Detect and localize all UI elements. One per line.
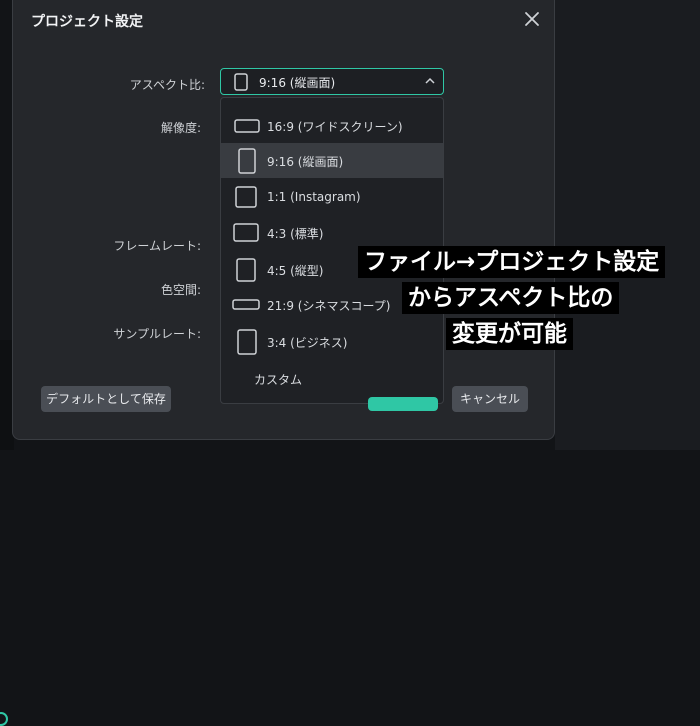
dialog-title: プロジェクト設定 bbox=[31, 14, 143, 30]
caption-line-1: ファイル→プロジェクト設定 bbox=[358, 246, 666, 278]
close-icon bbox=[525, 12, 539, 26]
square-frame-icon bbox=[235, 186, 257, 208]
project-settings-dialog: プロジェクト設定 アスペクト比: 解像度: フレームレート: 色空間: サンプル… bbox=[12, 0, 555, 440]
option-label: 4:3 (標準) bbox=[267, 227, 324, 241]
chevron-up-icon bbox=[425, 77, 435, 84]
ok-button[interactable] bbox=[368, 397, 438, 411]
vertical-frame-icon bbox=[236, 258, 256, 282]
aspect-option-9-16[interactable]: 9:16 (縦画面) bbox=[221, 143, 443, 178]
portrait-frame-icon bbox=[238, 148, 256, 174]
background-panel bbox=[555, 0, 700, 450]
color-space-label: 色空間: bbox=[160, 283, 201, 297]
aspect-option-16-9[interactable]: 16:9 (ワイドスクリーン) bbox=[221, 108, 443, 143]
cinemascope-frame-icon bbox=[232, 299, 260, 310]
landscape-frame-icon bbox=[234, 119, 260, 133]
portrait-frame-icon bbox=[234, 73, 248, 91]
caption-line-2: からアスペクト比の bbox=[402, 282, 620, 314]
sample-rate-label: サンプルレート: bbox=[113, 327, 201, 341]
option-label: 9:16 (縦画面) bbox=[267, 155, 344, 169]
aspect-option-custom[interactable]: カスタム bbox=[221, 361, 443, 396]
option-label: 16:9 (ワイドスクリーン) bbox=[267, 120, 403, 134]
save-as-default-button[interactable]: デフォルトとして保存 bbox=[41, 386, 171, 412]
aspect-ratio-label: アスペクト比: bbox=[129, 78, 205, 92]
option-label: 3:4 (ビジネス) bbox=[267, 336, 348, 350]
frame-rate-label: フレームレート: bbox=[113, 239, 201, 253]
timeline-marker-icon bbox=[0, 712, 8, 726]
option-label: 1:1 (Instagram) bbox=[267, 190, 361, 204]
standard-frame-icon bbox=[233, 223, 259, 242]
option-label: カスタム bbox=[254, 373, 303, 387]
resolution-label: 解像度: bbox=[160, 121, 201, 135]
option-label: 4:5 (縦型) bbox=[267, 264, 324, 278]
aspect-option-4-3[interactable]: 4:3 (標準) bbox=[221, 215, 443, 250]
aspect-ratio-value: 9:16 (縦画面) bbox=[259, 76, 336, 90]
business-frame-icon bbox=[237, 329, 257, 355]
caption-line-3: 変更が可能 bbox=[446, 318, 573, 350]
aspect-ratio-select[interactable]: 9:16 (縦画面) bbox=[220, 68, 444, 95]
aspect-option-1-1[interactable]: 1:1 (Instagram) bbox=[221, 180, 443, 215]
close-button[interactable] bbox=[521, 8, 543, 30]
annotation-caption: ファイル→プロジェクト設定 からアスペクト比の 変更が可能 bbox=[358, 246, 688, 354]
cancel-button[interactable]: キャンセル bbox=[452, 386, 528, 412]
